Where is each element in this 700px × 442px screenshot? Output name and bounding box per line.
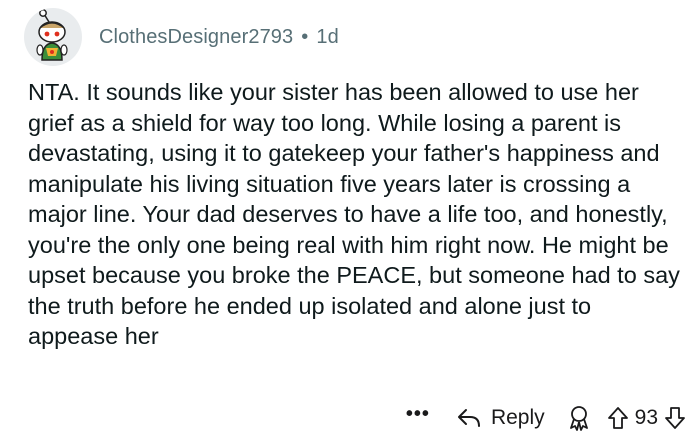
reply-arrow-icon — [457, 409, 480, 427]
vote-controls: 93 — [607, 406, 686, 430]
more-options-button[interactable]: ••• — [406, 404, 430, 424]
award-button[interactable] — [567, 405, 591, 431]
snoo-avatar-icon — [36, 9, 68, 61]
reply-label: Reply — [490, 406, 545, 429]
vote-score: 93 — [634, 406, 658, 429]
username[interactable]: ClothesDesigner2793 — [99, 26, 293, 49]
award-icon — [569, 406, 588, 431]
comment-actions: ••• Reply 93 — [406, 398, 686, 438]
comment-body: NTA. It sounds like your sister has been… — [28, 79, 680, 349]
reply-button[interactable]: Reply — [456, 406, 545, 430]
avatar[interactable] — [24, 8, 82, 66]
upvote-arrow-icon[interactable] — [607, 406, 629, 430]
meta-separator: • — [301, 25, 309, 48]
comment-meta: ClothesDesigner2793 • 1d — [99, 26, 339, 49]
downvote-arrow-icon[interactable] — [664, 406, 686, 430]
comment: ClothesDesigner2793 • 1d NTA. It sounds … — [0, 0, 700, 442]
comment-age: 1d — [316, 25, 339, 48]
comment-header: ClothesDesigner2793 • 1d — [24, 8, 339, 66]
